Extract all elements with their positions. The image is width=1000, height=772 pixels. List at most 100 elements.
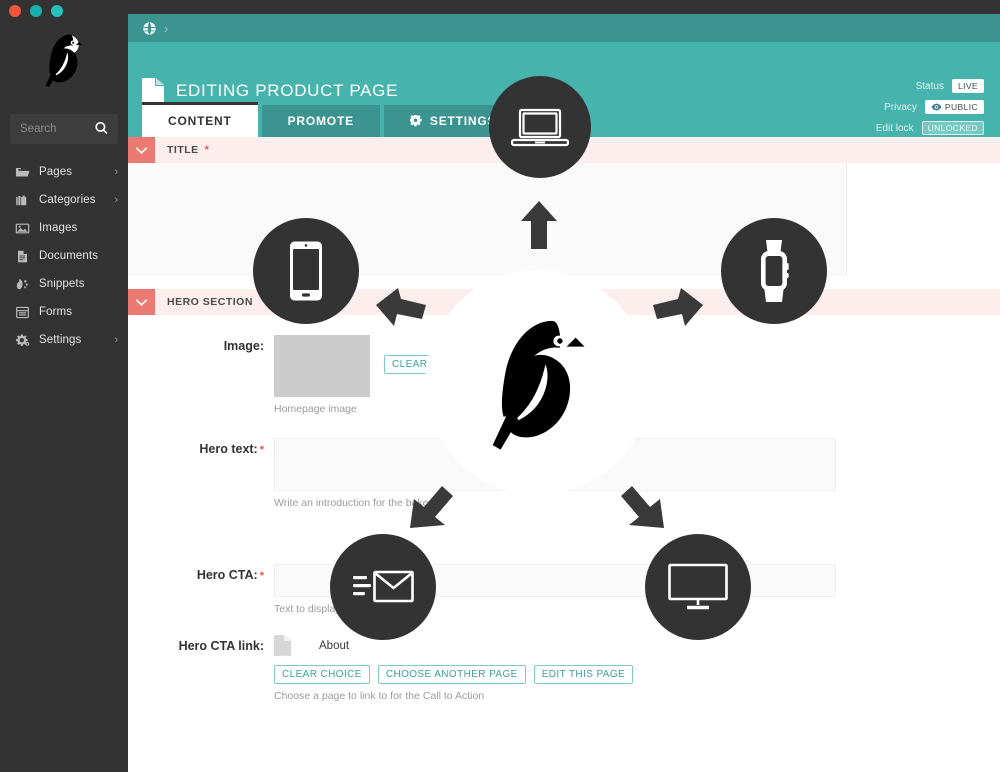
section-title-text: HERO SECTION: [167, 296, 253, 308]
tab-label: CONTENT: [168, 114, 232, 128]
status-row-editlock: Edit lock UNLOCKED: [876, 120, 984, 136]
sidebar-logo[interactable]: [0, 14, 128, 106]
section-title: HERO SECTION: [155, 289, 253, 315]
required-marker: *: [259, 570, 264, 582]
gear-icon: [14, 332, 30, 348]
page-link-button-row: CLEAR CHOICE CHOOSE ANOTHER PAGE EDIT TH…: [274, 665, 1000, 684]
chevron-right-icon: ›: [114, 193, 118, 206]
sidebar-item-forms[interactable]: Forms: [0, 298, 128, 326]
field-help-hero-text: Write an introduction for the bakery: [274, 497, 438, 509]
snippet-icon: [14, 276, 30, 292]
sidebar-item-label: Documents: [39, 250, 99, 262]
sidebar-nav: Pages › Categories › Images Documents Sn…: [0, 158, 128, 354]
minimize-window-button[interactable]: [30, 5, 42, 17]
document-icon: [14, 248, 30, 264]
field-hero-text: Hero text: * Write an introduction for th…: [128, 438, 1000, 509]
edit-this-page-button[interactable]: EDIT THIS PAGE: [533, 665, 634, 684]
tab-bar: CONTENT PROMOTE SETTINGS: [142, 102, 523, 137]
sidebar-item-documents[interactable]: Documents: [0, 242, 128, 270]
field-help-hero-cta-link: Choose a page to link to for the Call to…: [274, 690, 485, 702]
image-icon: [14, 220, 30, 236]
edit-lock-label: Edit lock: [875, 122, 914, 134]
hero-cta-input[interactable]: [274, 564, 836, 597]
required-marker: *: [204, 143, 210, 156]
chevron-right-icon: ›: [114, 165, 118, 178]
folder-icon: [14, 164, 30, 180]
hero-section-body: Image: CLEAR CHOICE Homepage image Hero …: [128, 335, 1000, 702]
field-control-hero-cta: Text to display on the button: [274, 564, 1000, 615]
clear-image-choice-button[interactable]: CLEAR CHOICE: [384, 355, 480, 374]
bird-logo-icon: [45, 34, 83, 88]
field-control-hero-cta-link: About CLEAR CHOICE CHOOSE ANOTHER PAGE E…: [274, 635, 1000, 702]
sidebar-item-label: Pages: [39, 166, 73, 178]
field-label-hero-cta-link: Hero CTA link:: [178, 639, 264, 653]
field-image: Image: CLEAR CHOICE Homepage image: [128, 335, 1000, 415]
close-window-button[interactable]: [9, 5, 21, 17]
window-titlebar: [0, 0, 1000, 14]
chevron-right-icon: ›: [114, 333, 118, 346]
eye-icon: [931, 103, 942, 111]
zoom-window-button[interactable]: [51, 5, 63, 17]
field-control-image: CLEAR CHOICE Homepage image: [274, 335, 1000, 415]
sidebar-item-label: Forms: [39, 306, 73, 318]
selected-page-chip[interactable]: About: [274, 635, 1000, 656]
field-label-hero-text: Hero text: *: [128, 438, 274, 456]
sidebar-item-label: Settings: [39, 334, 82, 346]
sidebar-item-categories[interactable]: Categories ›: [0, 186, 128, 214]
required-marker: *: [259, 444, 264, 456]
page-title: EDITING PRODUCT PAGE: [176, 81, 399, 100]
image-thumbnail[interactable]: [274, 335, 370, 397]
collapse-title-section-button[interactable]: [128, 137, 155, 163]
clear-choice-button[interactable]: CLEAR CHOICE: [274, 665, 370, 684]
status-badge[interactable]: LIVE: [951, 79, 984, 93]
field-label-image: Image:: [223, 339, 264, 353]
search-box[interactable]: [10, 114, 118, 144]
collapse-hero-section-button[interactable]: [128, 289, 155, 315]
status-label: Status: [915, 80, 944, 92]
tab-content[interactable]: CONTENT: [142, 102, 258, 137]
privacy-badge[interactable]: PUBLIC: [924, 100, 984, 114]
hero-text-textarea[interactable]: [274, 438, 836, 491]
search-input[interactable]: [10, 115, 92, 143]
briefcase-icon: [14, 192, 30, 208]
field-hero-cta-link: Hero CTA link: About CLEAR CHOICE CHOOSE…: [128, 635, 1000, 702]
sidebar-item-label: Categories: [39, 194, 96, 206]
field-control-hero-text: Write an introduction for the bakery: [274, 438, 1000, 509]
status-row-status: Status LIVE: [876, 78, 984, 94]
sidebar-item-settings[interactable]: Settings ›: [0, 326, 128, 354]
field-label-text: Hero CTA:: [196, 568, 258, 582]
field-help-hero-cta: Text to display on the button: [274, 603, 405, 615]
section-header-hero: HERO SECTION: [128, 289, 1000, 315]
form-icon: [14, 304, 30, 320]
breadcrumb: ›: [128, 14, 1000, 42]
sidebar-item-snippets[interactable]: Snippets: [0, 270, 128, 298]
gear-icon: [409, 114, 422, 126]
main-content: › EDITING PRODUCT PAGE Status LIVE Priva…: [128, 14, 1000, 772]
document-icon: [274, 635, 291, 656]
field-label-text: Hero text:: [199, 442, 258, 456]
title-section-body: [128, 163, 1000, 275]
privacy-label: Privacy: [884, 101, 917, 113]
privacy-badge-text: PUBLIC: [944, 102, 978, 112]
sidebar-item-pages[interactable]: Pages ›: [0, 158, 128, 186]
section-title: TITLE *: [155, 137, 209, 163]
edit-lock-badge[interactable]: UNLOCKED: [921, 121, 984, 135]
tab-label: SETTINGS: [429, 114, 497, 128]
page-title-group: EDITING PRODUCT PAGE: [142, 78, 398, 104]
tab-label: PROMOTE: [287, 114, 354, 128]
search-icon[interactable]: [94, 121, 109, 136]
tab-promote[interactable]: PROMOTE: [261, 105, 380, 137]
sidebar-item-label: Snippets: [39, 278, 85, 290]
globe-icon[interactable]: [142, 21, 157, 36]
choose-another-page-button[interactable]: CHOOSE ANOTHER PAGE: [377, 665, 526, 684]
window-traffic-lights: [9, 5, 63, 17]
section-header-title: TITLE *: [128, 137, 1000, 163]
sidebar: Pages › Categories ›: [0, 14, 128, 772]
page-status-meta: Status LIVE Privacy PUBLIC Edit lock UNL…: [876, 78, 984, 141]
sidebar-item-images[interactable]: Images: [0, 214, 128, 242]
sidebar-item-label: Images: [39, 222, 78, 234]
tab-settings[interactable]: SETTINGS: [383, 105, 523, 137]
title-input-panel[interactable]: [846, 163, 1000, 275]
chevron-down-icon: [135, 298, 148, 306]
field-hero-cta: Hero CTA: * Text to display on the button: [128, 564, 1000, 615]
